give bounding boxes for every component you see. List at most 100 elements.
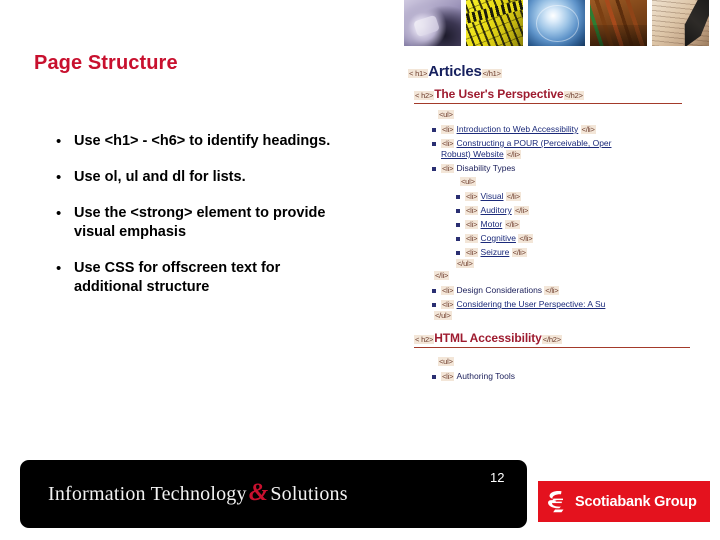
h2-open-tag: < h2> xyxy=(414,91,435,100)
li-close-tag: </li> xyxy=(505,150,522,159)
square-bullet-icon xyxy=(432,303,436,307)
network-cables-photo xyxy=(590,0,647,46)
list-item: <li> Constructing a POUR (Perceivable, O… xyxy=(432,138,716,160)
department-name-part1: Information Technology xyxy=(48,483,247,505)
li-open-tag: <li> xyxy=(441,125,455,134)
nested-ul-close-tag-line: </ul> xyxy=(456,258,716,270)
code-link-label[interactable]: Constructing a POUR (Perceivable, Oper xyxy=(457,138,612,148)
code-h2-user-perspective: < h2>The User's Perspective</h2> xyxy=(414,88,716,104)
department-logo: Information Technology& Solutions xyxy=(48,479,348,507)
ul-close-tag-nested: </ul> xyxy=(456,259,474,268)
h2-open-tag: < h2> xyxy=(414,335,435,344)
ul-close-tag-line: </ul> xyxy=(434,310,716,322)
list-item: <li> Considering the User Perspective: A… xyxy=(432,299,716,310)
department-name-part2: Solutions xyxy=(270,483,348,505)
square-bullet-icon xyxy=(456,237,460,241)
page-title: Page Structure xyxy=(34,52,178,74)
bullet-marker-icon: • xyxy=(56,205,62,222)
code-link-label[interactable]: Cognitive xyxy=(481,233,516,243)
square-bullet-icon xyxy=(456,251,460,255)
li-open-tag: <li> xyxy=(441,300,455,309)
list-item: • Use CSS for offscreen text for additio… xyxy=(52,259,352,297)
bullet-list: • Use <h1> - <h6> to identify headings. … xyxy=(52,132,352,314)
blue-sphere-photo xyxy=(528,0,585,46)
square-bullet-icon xyxy=(432,289,436,293)
list-item-label: Use <h1> - <h6> to identify headings. xyxy=(74,133,331,149)
ul-open-tag: <ul> xyxy=(438,110,454,119)
h2-underline-rule xyxy=(414,347,690,348)
square-bullet-icon xyxy=(456,195,460,199)
scotiabank-logo: Scotiabank Group xyxy=(538,481,710,522)
h2-close-tag: </h2> xyxy=(563,91,584,100)
li-close-tag-outer: </li> xyxy=(434,271,450,280)
code-h1-line: < h1>Articles</h1> xyxy=(408,64,716,80)
code-screenshot-image: < h1>Articles</h1> < h2>The User's Persp… xyxy=(404,64,716,436)
list-item: <li> Introduction to Web Accessibility <… xyxy=(432,124,716,135)
decorative-photo-strip xyxy=(404,0,714,46)
list-item: <li> Design Considerations </li> xyxy=(432,285,716,296)
h2-close-tag: </h2> xyxy=(541,335,562,344)
li-open-tag: <li> xyxy=(465,220,479,229)
code-link-label[interactable]: Auditory xyxy=(481,205,512,215)
code-link-label[interactable]: Considering the User Perspective: A Su xyxy=(457,299,606,309)
code-link-label-continued[interactable]: Robust) Website xyxy=(441,149,504,159)
scotiabank-wordmark: Scotiabank Group xyxy=(575,493,697,510)
nested-ul-open-tag-line: <ul> xyxy=(460,176,716,188)
square-bullet-icon xyxy=(432,128,436,132)
footer-bar: Information Technology& Solutions xyxy=(20,460,527,528)
scotiabank-flag-icon xyxy=(547,490,568,513)
code-link-label[interactable]: Visual xyxy=(481,191,504,201)
list-item: <li> Disability Types xyxy=(432,163,716,174)
h2-title-text: The User's Perspective xyxy=(434,87,564,101)
square-bullet-icon xyxy=(456,223,460,227)
bullet-marker-icon: • xyxy=(56,133,62,150)
list-item: <li> Authoring Tools xyxy=(432,371,716,382)
list-item: • Use ol, ul and dl for lists. xyxy=(52,168,352,187)
li-open-tag: <li> xyxy=(441,164,455,173)
code-link-label[interactable]: Introduction to Web Accessibility xyxy=(457,124,579,134)
ul-open-tag: <ul> xyxy=(438,357,454,366)
li-close-tag: </li> xyxy=(544,286,560,295)
list-item-label: Use ol, ul and dl for lists. xyxy=(74,169,246,185)
list-item: <li> Cognitive </li> xyxy=(456,233,716,244)
list-item: <li> Motor </li> xyxy=(456,219,716,230)
li-open-tag: <li> xyxy=(465,248,479,257)
h2-title-text: HTML Accessibility xyxy=(434,331,542,345)
square-bullet-icon xyxy=(432,167,436,171)
square-bullet-icon xyxy=(456,209,460,213)
ampersand-glyph: & xyxy=(248,479,269,506)
code-item-label: Disability Types xyxy=(456,163,516,173)
h2-underline-rule xyxy=(414,103,682,104)
square-bullet-icon xyxy=(432,375,436,379)
li-open-tag: <li> xyxy=(441,286,455,295)
bullet-marker-icon: • xyxy=(56,169,62,186)
list-item: • Use <h1> - <h6> to identify headings. xyxy=(52,132,352,151)
li-close-tag: </li> xyxy=(511,248,527,257)
list-item-label: Use the <strong> element to provide visu… xyxy=(74,205,326,240)
ul-open-tag-line-2: <ul> xyxy=(438,356,716,368)
li-close-tag: </li> xyxy=(518,234,534,243)
list-item: • Use the <strong> element to provide vi… xyxy=(52,204,352,242)
li-open-tag: <li> xyxy=(441,372,455,381)
square-bullet-icon xyxy=(432,142,436,146)
ul-open-tag-line: <ul> xyxy=(438,109,716,121)
code-item-label: Design Considerations xyxy=(456,285,543,295)
outer-li-close-tag-line: </li> xyxy=(434,270,716,282)
list-item: <li> Visual </li> xyxy=(456,191,716,202)
li-open-tag: <li> xyxy=(465,234,479,243)
page-number: 12 xyxy=(490,470,505,485)
ul-open-tag-nested: <ul> xyxy=(460,177,476,186)
code-link-label[interactable]: Seizure xyxy=(481,247,510,257)
list-item-label: Use CSS for offscreen text for additiona… xyxy=(74,260,281,295)
li-open-tag: <li> xyxy=(441,139,455,148)
ul-close-tag: </ul> xyxy=(434,311,452,320)
list-item: <li> Seizure </li> xyxy=(456,247,716,258)
code-item-label: Authoring Tools xyxy=(456,371,515,381)
li-close-tag: </li> xyxy=(504,220,520,229)
code-link-label[interactable]: Motor xyxy=(481,219,503,229)
li-close-tag: </li> xyxy=(513,206,530,215)
code-h2-html-accessibility: < h2>HTML Accessibility</h2> xyxy=(414,332,716,348)
li-open-tag: <li> xyxy=(465,206,479,215)
bullet-marker-icon: • xyxy=(56,260,62,277)
h1-close-tag: </h1> xyxy=(481,69,502,78)
